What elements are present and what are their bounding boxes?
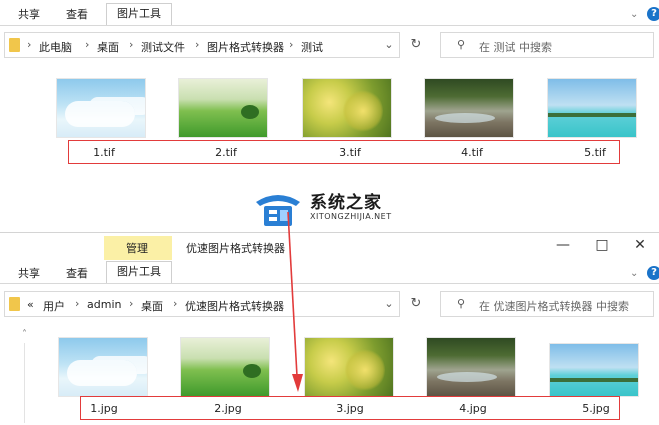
file-name[interactable]: 5.jpg bbox=[566, 402, 626, 415]
watermark-logo-icon bbox=[256, 195, 300, 226]
refresh-icon[interactable]: ↻ bbox=[408, 296, 424, 311]
breadcrumb-item[interactable]: 桌面 bbox=[141, 298, 163, 314]
search-icon: ⚲ bbox=[456, 297, 466, 310]
file-name[interactable]: 4.tif bbox=[442, 146, 502, 159]
tab-picture-tools[interactable]: 图片工具 bbox=[106, 261, 172, 284]
yellow-flowers-thumbnail[interactable] bbox=[302, 78, 392, 138]
expand-ribbon-chevron-icon[interactable]: ⌄ bbox=[630, 9, 638, 20]
minimize-button[interactable]: — bbox=[553, 237, 573, 253]
top-explorer-window: 共享 查看 图片工具 ⌄ ? › 此电脑 › 桌面 › 测试文件 › 图片格式转… bbox=[0, 0, 659, 215]
help-icon[interactable]: ? bbox=[647, 266, 659, 280]
tab-picture-tools[interactable]: 图片工具 bbox=[106, 3, 172, 26]
breadcrumb-item[interactable]: 桌面 bbox=[97, 39, 119, 55]
file-name[interactable]: 3.tif bbox=[320, 146, 380, 159]
window-title: 优速图片格式转换器 bbox=[186, 242, 285, 255]
breadcrumb-separator-icon: › bbox=[195, 38, 200, 51]
watermark-name: 系统之家 bbox=[310, 193, 382, 213]
green-field-thumbnail[interactable] bbox=[178, 78, 268, 138]
folder-icon bbox=[9, 38, 20, 52]
help-icon[interactable]: ? bbox=[647, 7, 659, 21]
breadcrumb-separator-icon: › bbox=[27, 38, 32, 51]
close-button[interactable]: ✕ bbox=[630, 237, 650, 253]
ribbon-divider bbox=[0, 25, 659, 26]
breadcrumb-separator-icon: › bbox=[75, 297, 80, 310]
folder-icon bbox=[9, 297, 20, 311]
address-bar[interactable]: « 用户 › admin › 桌面 › 优速图片格式转换器 ⌄ bbox=[4, 291, 400, 317]
tab-view[interactable]: 查看 bbox=[66, 8, 88, 22]
sky-clouds-thumbnail[interactable] bbox=[58, 337, 148, 397]
address-bar[interactable]: › 此电脑 › 桌面 › 测试文件 › 图片格式转换器 › 测试 ⌄ bbox=[4, 32, 400, 58]
bottom-explorer-window: 管理 优速图片格式转换器 — □ ✕ 共享 查看 图片工具 ⌄ ? « 用户 ›… bbox=[0, 233, 659, 425]
tab-share[interactable]: 共享 bbox=[18, 267, 40, 281]
breadcrumb-separator-icon: › bbox=[289, 38, 294, 51]
file-name[interactable]: 1.jpg bbox=[74, 402, 134, 415]
breadcrumb-overflow[interactable]: « bbox=[27, 298, 34, 311]
beach-thumbnail[interactable] bbox=[547, 78, 637, 138]
breadcrumb-separator-icon: › bbox=[129, 297, 134, 310]
file-name[interactable]: 5.tif bbox=[565, 146, 625, 159]
breadcrumb-item[interactable]: 图片格式转换器 bbox=[207, 39, 284, 55]
address-dropdown-chevron-icon[interactable]: ⌄ bbox=[381, 297, 397, 310]
search-placeholder: 在 优速图片格式转换器 中搜索 bbox=[479, 300, 629, 313]
breadcrumb-item[interactable]: 此电脑 bbox=[39, 39, 72, 55]
file-name[interactable]: 2.jpg bbox=[198, 402, 258, 415]
breadcrumb-item[interactable]: 测试文件 bbox=[141, 39, 185, 55]
refresh-icon[interactable]: ↻ bbox=[408, 37, 424, 52]
watermark-url: XITONGZHIJIA.NET bbox=[310, 212, 392, 221]
yellow-flowers-thumbnail[interactable] bbox=[304, 337, 394, 397]
river-rocks-thumbnail[interactable] bbox=[424, 78, 514, 138]
scrollbar-track[interactable] bbox=[24, 343, 25, 423]
breadcrumb-item[interactable]: 用户 bbox=[43, 298, 65, 314]
tab-view[interactable]: 查看 bbox=[66, 267, 88, 281]
river-rocks-thumbnail[interactable] bbox=[426, 337, 516, 397]
search-icon: ⚲ bbox=[456, 38, 466, 51]
search-placeholder: 在 测试 中搜索 bbox=[479, 41, 552, 54]
breadcrumb-separator-icon: › bbox=[129, 38, 134, 51]
watermark: 系统之家 XITONGZHIJIA.NET bbox=[252, 186, 412, 230]
breadcrumb-item[interactable]: 优速图片格式转换器 bbox=[185, 298, 284, 314]
breadcrumb-item[interactable]: 测试 bbox=[301, 39, 323, 55]
expand-ribbon-chevron-icon[interactable]: ⌄ bbox=[630, 268, 638, 279]
tab-share[interactable]: 共享 bbox=[18, 8, 40, 22]
ribbon-divider bbox=[0, 283, 659, 284]
green-field-thumbnail[interactable] bbox=[180, 337, 270, 397]
address-dropdown-chevron-icon[interactable]: ⌄ bbox=[381, 38, 397, 51]
beach-thumbnail[interactable] bbox=[549, 343, 639, 397]
search-input[interactable]: ⚲ 在 测试 中搜索 bbox=[440, 32, 654, 58]
tab-manage[interactable]: 管理 bbox=[126, 242, 148, 256]
file-name[interactable]: 4.jpg bbox=[443, 402, 503, 415]
maximize-button[interactable]: □ bbox=[592, 237, 612, 253]
file-name[interactable]: 3.jpg bbox=[320, 402, 380, 415]
scroll-up-icon[interactable]: ˄ bbox=[22, 329, 27, 340]
screenshot-composite: 共享 查看 图片工具 ⌄ ? › 此电脑 › 桌面 › 测试文件 › 图片格式转… bbox=[0, 0, 659, 425]
breadcrumb-separator-icon: › bbox=[85, 38, 90, 51]
sky-clouds-thumbnail[interactable] bbox=[56, 78, 146, 138]
breadcrumb-item[interactable]: admin bbox=[87, 298, 121, 311]
file-name[interactable]: 2.tif bbox=[196, 146, 256, 159]
search-input[interactable]: ⚲ 在 优速图片格式转换器 中搜索 bbox=[440, 291, 654, 317]
file-name[interactable]: 1.tif bbox=[74, 146, 134, 159]
breadcrumb-separator-icon: › bbox=[173, 297, 178, 310]
